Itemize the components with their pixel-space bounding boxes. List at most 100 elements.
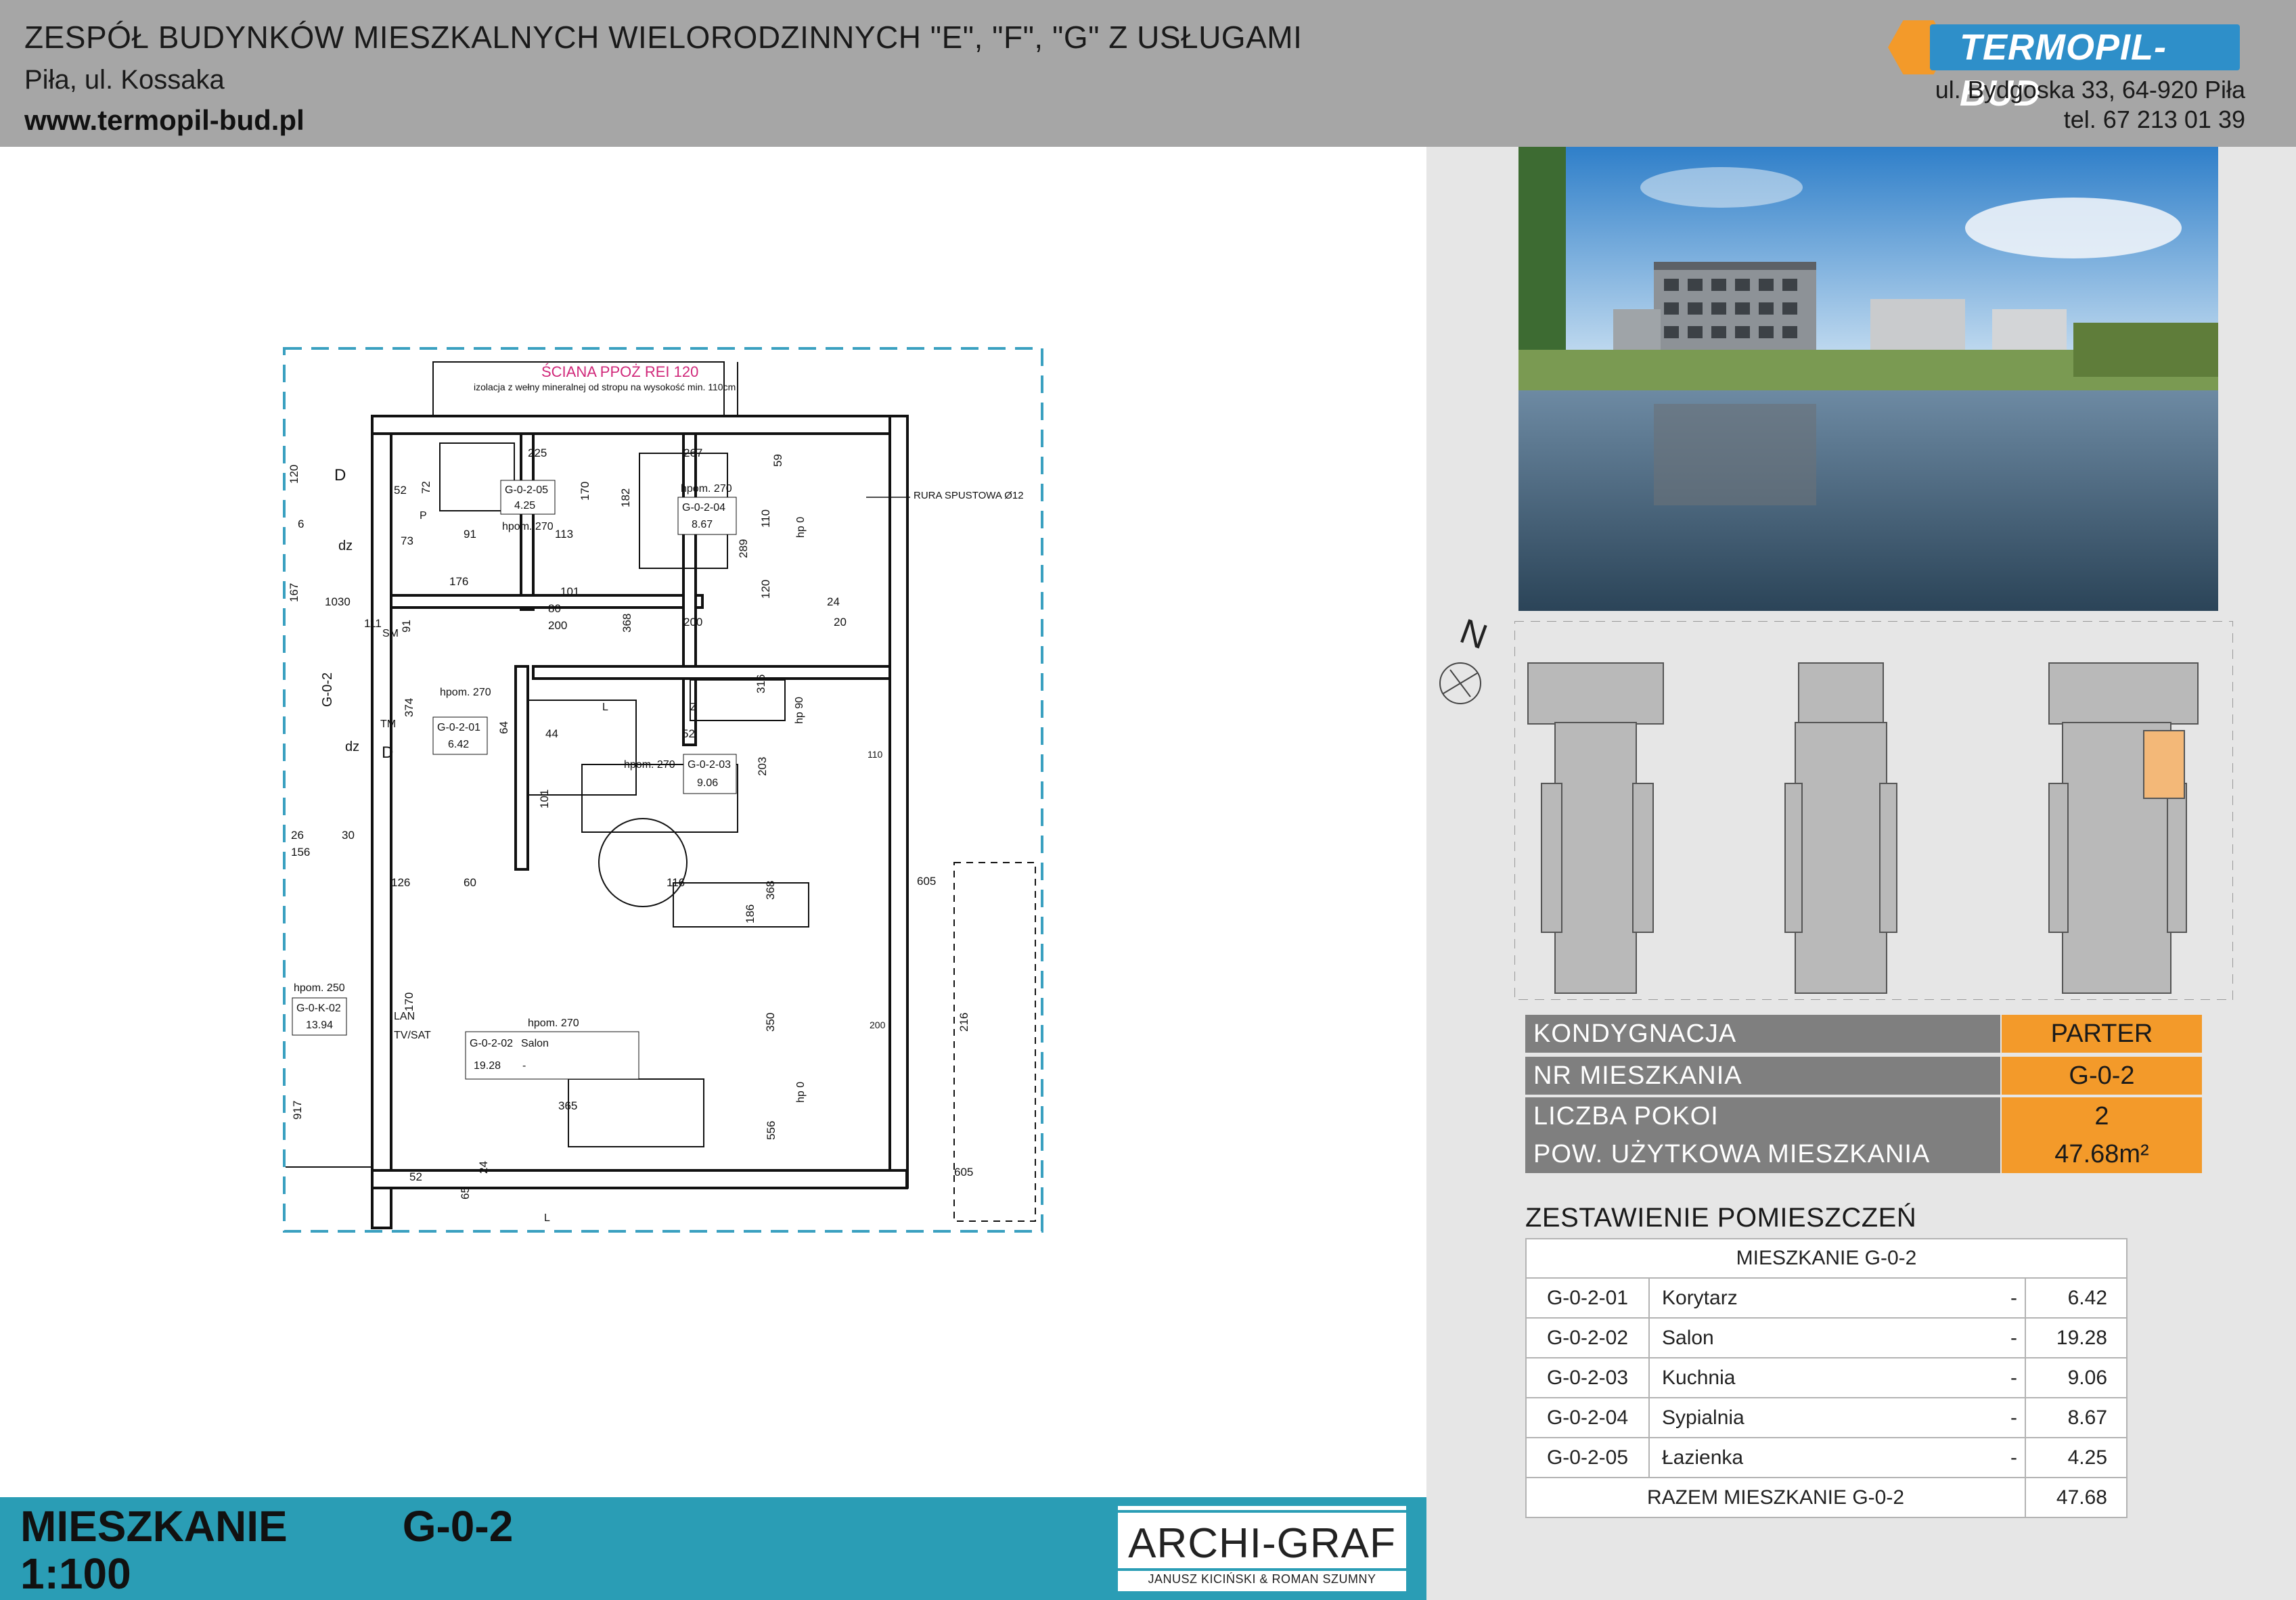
svg-text:Z: Z [690,702,697,713]
company-street: ul. Bydgoska 33, 64-920 Piła [1935,76,2245,104]
svg-text:111: 111 [364,617,382,630]
svg-text:64: 64 [497,721,510,734]
header-bar: ZESPÓŁ BUDYNKÓW MIESZKALNYCH WIELORODZIN… [0,0,2296,147]
bed-area: 8.67 [692,519,713,530]
svg-text:200: 200 [548,619,567,632]
info-row-unit-number: NR MIESZKANIA G-0-2 [1525,1057,2202,1095]
svg-text:170: 170 [579,482,591,501]
highlighted-unit [2143,730,2185,799]
schedule-total-row: RAZEM MIESZKANIE G-0-2 47.68 [1527,1478,2126,1517]
svg-text:556: 556 [765,1121,778,1140]
website-link[interactable]: www.termopil-bud.pl [24,104,305,137]
svg-text:1030: 1030 [325,595,351,608]
schedule-header: MIESZKANIE G-0-2 [1527,1239,2126,1279]
svg-text:P: P [420,510,427,522]
svg-text:374: 374 [403,698,415,717]
storage-height: hpom. 250 [294,982,345,994]
bath-code: G-0-2-05 [505,484,548,496]
svg-text:110: 110 [759,509,772,528]
fire-wall-label: ŚCIANA PPOŻ REI 120 [541,363,698,380]
logo-text: TERMOPIL- BUD [1930,24,2240,114]
floor-plan-drawing: G-0-2-05 4.25 hpom. 270 hpom. 270 G-0-2-… [283,347,1043,1233]
svg-text:60: 60 [464,876,476,889]
pipe-label: RURA SPUSTOWA Ø12 [914,490,1024,501]
svg-text:44: 44 [545,727,558,740]
svg-text:TM: TM [380,718,396,730]
architect-name: ARCHI-GRAF [1128,1520,1396,1567]
north-label: N [1455,612,1492,657]
bath-area: 4.25 [514,500,535,511]
svg-text:350: 350 [764,1013,777,1032]
salon-name: Salon [521,1038,549,1049]
svg-text:225: 225 [528,447,547,459]
unit-tag-vertical: G-0-2 [320,672,335,707]
table-row: G-0-2-05 Łazienka -4.25 [1527,1438,2126,1478]
project-title: ZESPÓŁ BUDYNKÓW MIESZKALNYCH WIELORODZIN… [24,20,1303,55]
table-row: G-0-2-04 Sypialnia -8.67 [1527,1398,2126,1438]
svg-text:116: 116 [667,876,685,889]
kitchen-height: hpom. 270 [624,759,675,771]
svg-text:120: 120 [288,465,300,484]
corr-area: 6.42 [448,739,469,750]
svg-text:200: 200 [683,616,702,628]
svg-text:52: 52 [682,727,695,740]
svg-text:59: 59 [771,454,784,467]
svg-text:113: 113 [555,528,573,541]
svg-text:120: 120 [759,580,772,599]
architect-subtitle: JANUSZ KICIŃSKI & ROMAN SZUMNY [1148,1572,1376,1586]
svg-text:267: 267 [683,447,702,459]
svg-text:20: 20 [834,616,847,628]
table-row: G-0-2-03 Kuchnia -9.06 [1527,1358,2126,1398]
svg-text:hp 0: hp 0 [795,517,807,538]
svg-text:170: 170 [403,992,415,1011]
svg-text:24: 24 [827,595,840,608]
svg-text:72: 72 [420,481,432,494]
svg-text:200: 200 [870,1020,886,1030]
svg-text:LAN: LAN [394,1011,415,1022]
svg-text:101: 101 [538,790,551,808]
svg-text:167: 167 [288,583,300,602]
svg-text:80: 80 [548,602,561,615]
svg-text:TV/SAT: TV/SAT [394,1030,431,1041]
svg-text:D: D [382,744,393,762]
svg-text:91: 91 [464,528,476,541]
svg-text:52: 52 [394,484,407,497]
room-schedule-table: MIESZKANIE G-0-2 G-0-2-01 Korytarz -6.42 G… [1525,1238,2128,1518]
table-row: G-0-2-02 Salon -19.28 [1527,1319,2126,1358]
bed-code: G-0-2-04 [682,502,725,513]
salon-code: G-0-2-02 [470,1038,513,1049]
company-logo: TERMOPIL- BUD [1888,20,2240,114]
svg-text:dz: dz [345,739,359,754]
svg-text:176: 176 [449,575,468,588]
corr-code: G-0-2-01 [437,722,480,733]
svg-text:24: 24 [477,1161,490,1174]
info-row-usable-area: POW. UŻYTKOWA MIESZKANIA 47.68m² [1525,1135,2202,1173]
company-phone: tel. 67 213 01 39 [2063,106,2245,133]
insulation-note: izolacja z wełny mineralnej od stropu na… [474,382,736,392]
corr-height: hpom. 270 [440,687,491,698]
svg-text:368: 368 [621,614,633,633]
svg-text:182: 182 [619,488,632,507]
svg-text:605: 605 [917,875,936,888]
svg-text:365: 365 [558,1099,577,1112]
kitchen-code: G-0-2-03 [688,759,731,771]
svg-text:203: 203 [756,757,769,776]
info-row-rooms: LICZBA POKOI 2 [1525,1097,2202,1135]
plan-scale: 1:100 [20,1549,131,1598]
svg-text:368: 368 [764,881,777,900]
svg-text:hp 90: hp 90 [794,697,805,724]
salon-area: 19.28 [474,1060,501,1072]
project-address: Piła, ul. Kossaka [24,65,225,95]
info-row-floor: KONDYGNACJA PARTER [1525,1015,2202,1053]
table-row: G-0-2-01 Korytarz -6.42 [1527,1279,2126,1319]
svg-text:D: D [334,466,346,484]
north-arrow-icon: N [1439,612,1492,704]
schedule-title: ZESTAWIENIE POMIESZCZEŃ [1525,1203,1917,1233]
bed-height: hpom. 270 [681,483,732,495]
svg-text:L: L [602,702,608,713]
bath-height: hpom. 270 [502,521,554,532]
svg-text:6: 6 [298,518,304,530]
salon-height: hpom. 270 [528,1018,579,1029]
key-plan-diagram [1514,621,2233,1000]
svg-text:316: 316 [755,675,767,693]
